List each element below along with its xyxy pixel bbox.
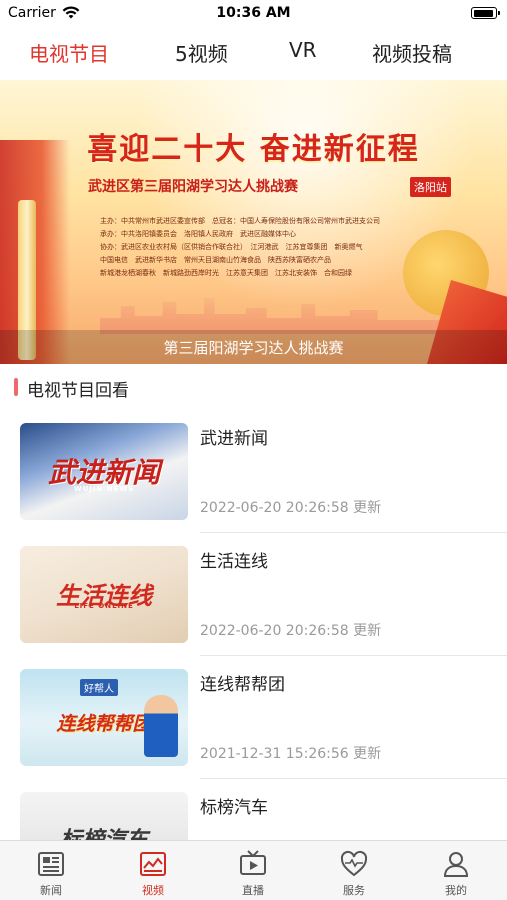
status-bar: Carrier 10:36 AM — [0, 0, 507, 28]
program-update-time: 2021-12-31 15:26:56 更新 — [200, 746, 382, 762]
nav-mine[interactable]: 我的 — [416, 841, 496, 900]
nav-video-label: 视频 — [142, 884, 164, 897]
program-item-wujin-news[interactable]: 武进新闻 WUJIN NEWS 武进新闻 2022-06-20 20:26:58… — [0, 410, 507, 533]
nav-news[interactable]: 新闻 — [11, 841, 91, 900]
clock: 10:36 AM — [216, 5, 291, 21]
banner-organizer-line: 新城港龙栖湖春秋 新城路劲西岸时光 江苏意天集团 江苏北安装饰 合和园绿 — [100, 269, 352, 277]
program-title: 武进新闻 — [200, 429, 268, 449]
banner-organizer-line: 协办：武进区农业农村局（区供销合作联合社） 江河港武 江苏宜尊集团 新奥燃气 — [100, 243, 363, 251]
heart-icon — [340, 850, 368, 877]
promo-banner[interactable]: 喜迎二十大 奋进新征程 武进区第三届阳湖学习达人挑战赛 洛阳站 主办：中共常州市… — [0, 80, 507, 364]
nav-service[interactable]: 服务 — [314, 841, 394, 900]
thumbnail-tag: 好帮人 — [80, 679, 118, 696]
program-title: 标榜汽车 — [200, 798, 268, 818]
nav-live-label: 直播 — [242, 884, 264, 897]
banner-organizer-line: 承办：中共洛阳镇委员会 洛阳镇人民政府 武进区融媒体中心 — [100, 230, 296, 238]
banner-organizer-line: 主办：中共常州市武进区委宣传部 总冠名：中国人寿保险股份有限公司常州市武进支公司 — [100, 217, 380, 225]
battery-icon — [471, 7, 500, 19]
section-header: 电视节目回看 — [0, 364, 507, 410]
banner-headline: 喜迎二十大 奋进新征程 — [87, 132, 420, 167]
nav-video[interactable]: 视频 — [113, 841, 193, 900]
program-thumbnail: 生活连线 LIFE ONLINE — [20, 546, 188, 643]
thumbnail-subtitle: WUJIN NEWS — [73, 485, 135, 493]
tab-video-submission[interactable]: 视频投稿 — [372, 38, 452, 67]
banner-caption-bar: 第三届阳湖学习达人挑战赛 — [0, 330, 507, 364]
program-thumbnail: 武进新闻 WUJIN NEWS — [20, 423, 188, 520]
bottom-tab-bar: 新闻 视频 直播 服务 我的 — [0, 840, 507, 900]
top-tab-bar: 电视节目 5视频 VR 视频投稿 — [0, 28, 507, 78]
nav-service-label: 服务 — [343, 884, 365, 897]
banner-badge: 洛阳站 — [410, 177, 451, 197]
nav-mine-label: 我的 — [445, 884, 467, 897]
tab-vr[interactable]: VR — [289, 38, 317, 62]
newspaper-icon — [38, 852, 64, 876]
program-update-time: 2022-06-20 20:26:58 更新 — [200, 623, 382, 639]
program-update-time: 2022-06-20 20:26:58 更新 — [200, 500, 382, 516]
program-item-life-online[interactable]: 生活连线 LIFE ONLINE 生活连线 2022-06-20 20:26:5… — [0, 533, 507, 656]
nav-live[interactable]: 直播 — [213, 841, 293, 900]
thumbnail-cartoon-figure — [144, 695, 178, 757]
program-title: 生活连线 — [200, 552, 268, 572]
tab-tv-programs[interactable]: 电视节目 — [29, 38, 109, 67]
tv-icon — [240, 850, 266, 875]
section-accent-bar — [14, 378, 18, 396]
banner-organizer-line: 中国电信 武进新华书店 常州天目湖南山竹海食品 陕西苏陕富硒农产品 — [100, 256, 331, 264]
nav-news-label: 新闻 — [40, 884, 62, 897]
person-icon — [443, 852, 469, 877]
banner-subtitle: 武进区第三届阳湖学习达人挑战赛 — [88, 179, 298, 195]
program-thumbnail: 好帮人 连线帮帮团 — [20, 669, 188, 766]
tab-5-video[interactable]: 5视频 — [175, 38, 228, 67]
program-title: 连线帮帮团 — [200, 675, 285, 695]
section-title: 电视节目回看 — [27, 381, 129, 401]
banner-caption: 第三届阳湖学习达人挑战赛 — [163, 339, 344, 357]
video-chart-icon — [140, 852, 166, 876]
program-item-help-team[interactable]: 好帮人 连线帮帮团 连线帮帮团 2021-12-31 15:26:56 更新 — [0, 656, 507, 779]
thumbnail-subtitle: LIFE ONLINE — [74, 602, 134, 610]
